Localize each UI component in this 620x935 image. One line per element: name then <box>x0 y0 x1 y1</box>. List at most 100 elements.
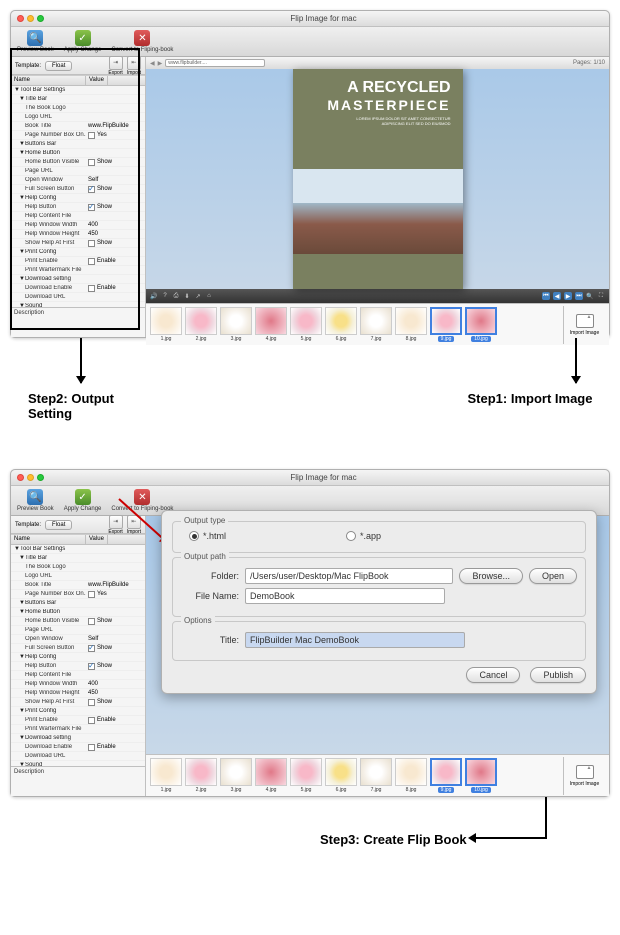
apply-change-button[interactable]: ✓Apply Change <box>64 30 102 53</box>
image-icon <box>576 765 594 779</box>
convert-icon: ✕ <box>134 30 150 46</box>
share-icon[interactable]: ↗ <box>194 292 202 300</box>
arrow-icon <box>80 338 82 383</box>
next-icon[interactable]: ▶ <box>564 292 572 300</box>
description-box: Description <box>11 307 145 337</box>
import-image-button[interactable]: Import Image <box>563 306 605 344</box>
radio-icon <box>346 531 356 541</box>
template-select[interactable]: Float <box>45 520 72 530</box>
browse-button[interactable]: Browse... <box>459 568 523 584</box>
thumbnail[interactable]: 7.jpg <box>360 758 392 793</box>
thumbnail[interactable]: 5.jpg <box>290 758 322 793</box>
fullscreen-icon[interactable]: ⛶ <box>597 292 605 300</box>
arrow-icon <box>475 837 547 839</box>
open-button[interactable]: Open <box>529 568 577 584</box>
check-icon: ✓ <box>75 30 91 46</box>
thumbnail[interactable]: 8.jpg <box>395 307 427 342</box>
arrow-icon <box>545 797 547 837</box>
download-icon[interactable]: ⬇ <box>183 292 191 300</box>
thumbnail[interactable]: 5.jpg <box>290 307 322 342</box>
arrow-icon <box>468 833 476 843</box>
print-icon[interactable]: ⎙ <box>172 292 180 300</box>
first-icon[interactable]: ⏮ <box>542 292 550 300</box>
radio-icon <box>189 531 199 541</box>
radio-html[interactable]: *.html <box>189 531 226 541</box>
window-title: Flip Image for mac <box>44 14 603 23</box>
search-icon: 🔍 <box>27 489 43 505</box>
main-toolbar: 🔍Preview Book ✓Apply Change ✕Convert to … <box>11 27 609 57</box>
step3-label: Step3: Create Flip Book <box>320 832 467 847</box>
zoom-icon[interactable]: 🔍 <box>586 292 594 300</box>
title-input[interactable]: FlipBuilder Mac DemoBook <box>245 632 465 648</box>
preview-book-button[interactable]: 🔍Preview Book <box>17 30 54 53</box>
thumbnail[interactable]: 9.jpg <box>430 307 462 342</box>
url-field[interactable]: www.flipbuilder.... <box>165 59 265 67</box>
thumbnail[interactable]: 1.jpg <box>150 307 182 342</box>
convert-icon: ✕ <box>134 489 150 505</box>
check-icon: ✓ <box>75 489 91 505</box>
filename-input[interactable]: DemoBook <box>245 588 445 604</box>
main-window-1: Flip Image for mac 🔍Preview Book ✓Apply … <box>10 10 610 338</box>
arrow-icon <box>575 338 577 383</box>
property-table[interactable]: NameValue ▼Tool Bar Settings ▼Title Bar … <box>11 75 145 307</box>
apply-change-button[interactable]: ✓Apply Change <box>64 489 102 512</box>
traffic-lights[interactable] <box>17 15 44 22</box>
thumbnail[interactable]: 4.jpg <box>255 307 287 342</box>
search-icon: 🔍 <box>27 30 43 46</box>
close-icon[interactable] <box>17 474 24 481</box>
output-type-group: Output type *.html *.app <box>172 521 586 553</box>
cancel-button[interactable]: Cancel <box>466 667 520 683</box>
book-page[interactable]: A RECYCLED MASTERPIECE LOREM IPSUM DOLOR… <box>293 69 463 289</box>
thumbnail[interactable]: 6.jpg <box>325 307 357 342</box>
thumbnail[interactable]: 3.jpg <box>220 758 252 793</box>
thumbnail-strip: 1.jpg 2.jpg 3.jpg 4.jpg 5.jpg 6.jpg 7.jp… <box>146 303 609 345</box>
thumbnail[interactable]: 7.jpg <box>360 307 392 342</box>
titlebar: Flip Image for mac <box>11 11 609 27</box>
minimize-icon[interactable] <box>27 15 34 22</box>
help-icon[interactable]: ? <box>161 292 169 300</box>
main-window-2: Flip Image for mac 🔍Preview Book ✓Apply … <box>10 469 610 797</box>
output-path-group: Output path Folder: /Users/user/Desktop/… <box>172 557 586 617</box>
window-title: Flip Image for mac <box>44 473 603 482</box>
preview-book-button[interactable]: 🔍Preview Book <box>17 489 54 512</box>
thumbnail[interactable]: 4.jpg <box>255 758 287 793</box>
zoom-icon[interactable] <box>37 15 44 22</box>
thumbnail[interactable]: 1.jpg <box>150 758 182 793</box>
thumbnail[interactable]: 2.jpg <box>185 307 217 342</box>
thumbnail[interactable]: 2.jpg <box>185 758 217 793</box>
import-button[interactable]: ⇤ <box>127 56 141 70</box>
thumbnail[interactable]: 10.jpg <box>465 758 497 793</box>
convert-button[interactable]: ✕Convert to Fliping-book <box>111 30 173 53</box>
preview-area: ◀ ▶ www.flipbuilder.... Pages: 1/10 A RE… <box>146 57 609 303</box>
settings-panel: Template:Float ⇥Export ⇤Import NameValue… <box>11 516 146 796</box>
template-select[interactable]: Float <box>45 61 72 71</box>
sound-icon[interactable]: 🔊 <box>150 292 158 300</box>
settings-panel: Template: Float ⇥Export ⇤Import NameValu… <box>11 57 146 337</box>
close-icon[interactable] <box>17 15 24 22</box>
forward-icon[interactable]: ▶ <box>158 60 163 67</box>
back-icon[interactable]: ◀ <box>150 60 155 67</box>
step1-label: Step1: Import Image <box>440 391 620 406</box>
export-button[interactable]: ⇥ <box>109 515 123 529</box>
step2-label: Step2: Output Setting <box>28 391 155 421</box>
radio-app[interactable]: *.app <box>346 531 381 541</box>
last-icon[interactable]: ⏭ <box>575 292 583 300</box>
thumbnail[interactable]: 3.jpg <box>220 307 252 342</box>
zoom-icon[interactable] <box>37 474 44 481</box>
publish-button[interactable]: Publish <box>530 667 586 683</box>
import-image-button[interactable]: Import Image <box>563 757 605 795</box>
thumbnail[interactable]: 10.jpg <box>465 307 497 342</box>
minimize-icon[interactable] <box>27 474 34 481</box>
thumbnail[interactable]: 9.jpg <box>430 758 462 793</box>
thumbnail[interactable]: 8.jpg <box>395 758 427 793</box>
prev-icon[interactable]: ◀ <box>553 292 561 300</box>
home-icon[interactable]: ⌂ <box>205 292 213 300</box>
browser-bar: ◀ ▶ www.flipbuilder.... Pages: 1/10 <box>146 57 609 69</box>
publish-dialog: Output type *.html *.app Output path Fol… <box>161 510 597 694</box>
thumbnail-strip: 1.jpg 2.jpg 3.jpg 4.jpg 5.jpg 6.jpg 7.jp… <box>146 754 609 796</box>
property-table[interactable]: NameValue ▼Tool Bar Settings ▼Title Bar … <box>11 534 145 766</box>
thumbnail[interactable]: 6.jpg <box>325 758 357 793</box>
folder-input[interactable]: /Users/user/Desktop/Mac FlipBook <box>245 568 453 584</box>
export-button[interactable]: ⇥ <box>109 56 123 70</box>
traffic-lights[interactable] <box>17 474 44 481</box>
